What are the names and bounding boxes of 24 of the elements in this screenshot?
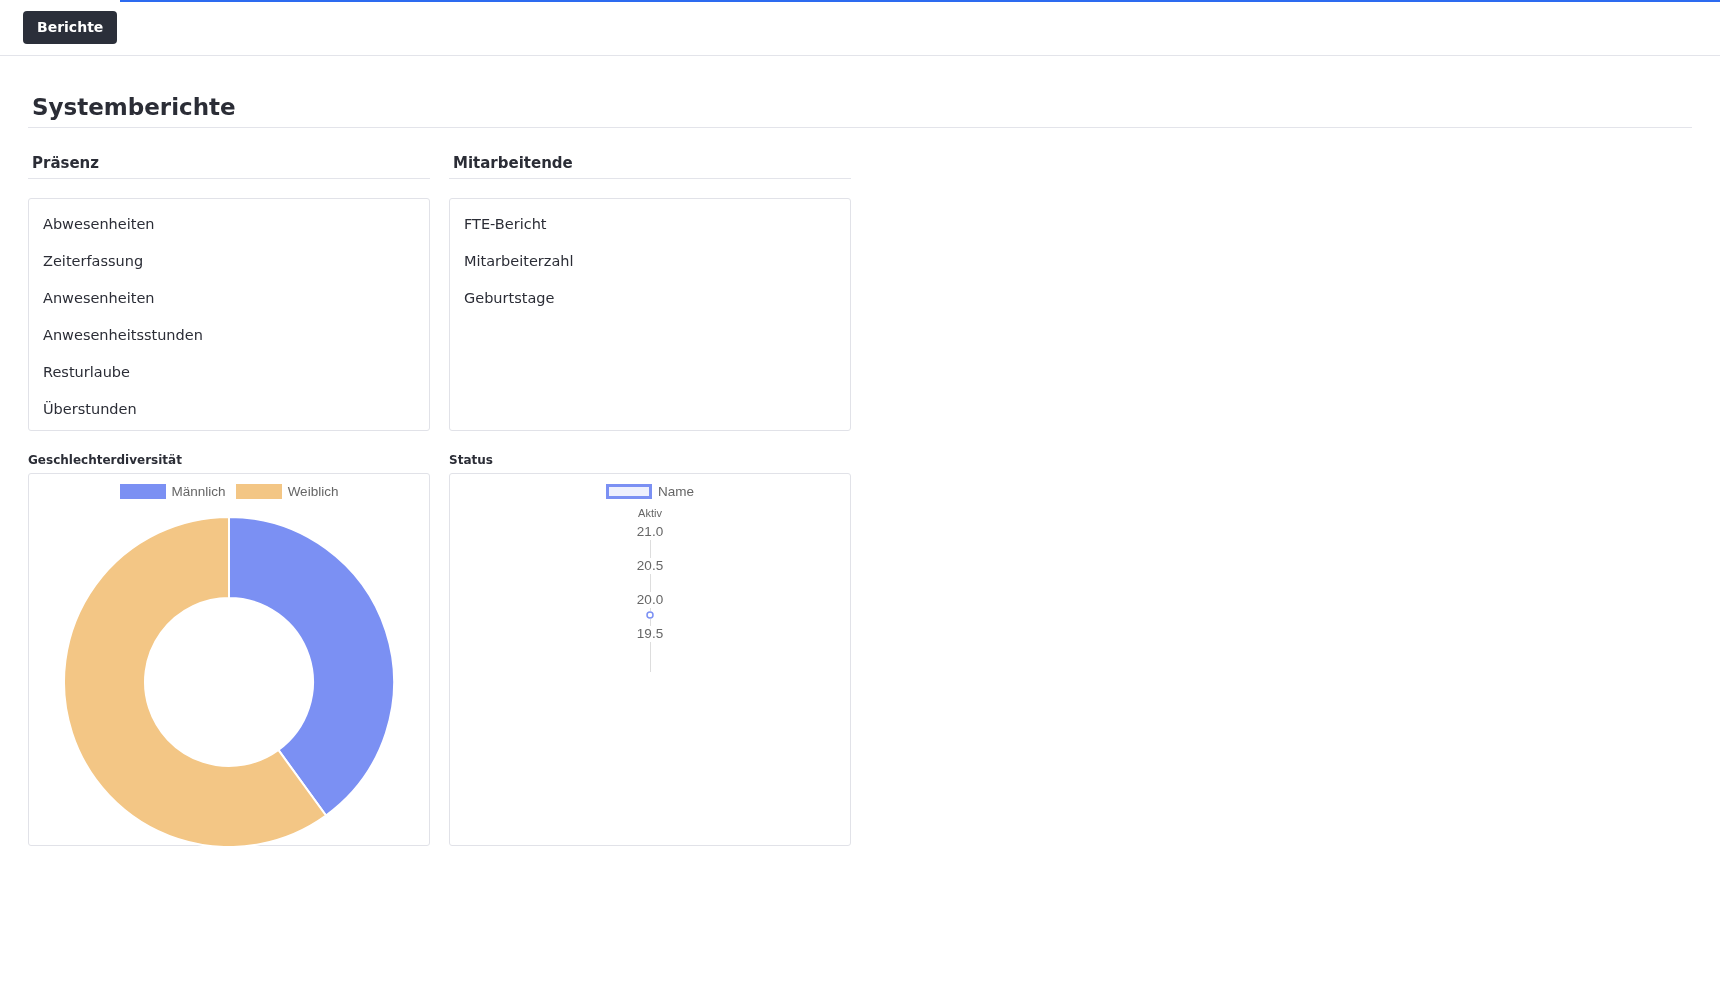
report-link[interactable]: FTE-Bericht xyxy=(450,206,561,243)
axis-title: Aktiv xyxy=(638,507,662,519)
report-link[interactable]: Mitarbeiterzahl xyxy=(450,243,588,280)
data-point-icon xyxy=(646,611,654,619)
report-link[interactable]: Geburtstage xyxy=(450,280,569,317)
legend-label: Weiblich xyxy=(287,484,339,499)
chart-label: Geschlechterdiversität xyxy=(28,453,182,467)
section-heading: Mitarbeitende xyxy=(449,154,851,179)
legend-label: Männlich xyxy=(171,484,226,499)
page-title: Systemberichte xyxy=(28,94,1692,128)
legend-label: Name xyxy=(658,484,694,499)
report-link[interactable]: Anwesenheiten xyxy=(29,280,169,317)
report-link[interactable]: Abwesenheiten xyxy=(29,206,169,243)
axis-tick-label: 20.0 xyxy=(636,592,664,608)
report-link[interactable]: Resturlaube xyxy=(29,354,144,391)
report-link[interactable]: Anwesenheitsstunden xyxy=(29,317,217,354)
axis-tick-label: 20.5 xyxy=(636,558,664,574)
reports-button[interactable]: Berichte xyxy=(23,10,118,44)
report-link[interactable]: Überstunden xyxy=(29,391,151,428)
axis-tick-label: 19.5 xyxy=(636,626,664,642)
section-heading: Präsenz xyxy=(28,154,430,179)
report-link[interactable]: Zeiterfassung xyxy=(29,243,158,280)
axis-tick-label: 21.0 xyxy=(636,524,664,540)
chart-label: Status xyxy=(449,453,493,467)
